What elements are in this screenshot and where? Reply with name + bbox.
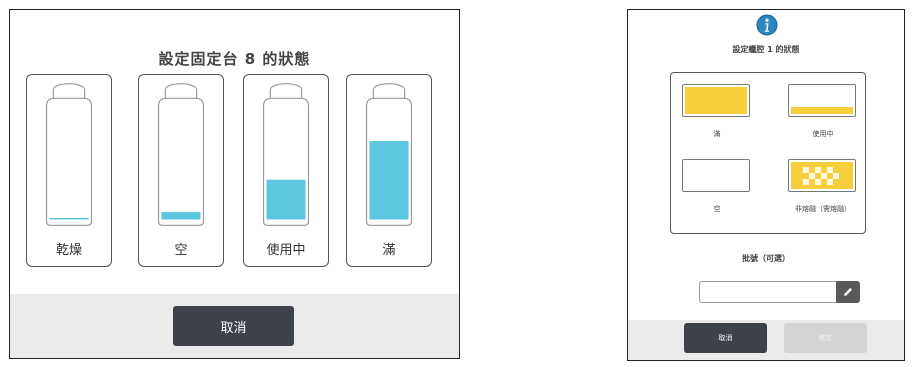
cancel-button[interactable]: 取消 [684,323,767,353]
dialog-footer: 取消 [10,294,459,358]
wax-state-options: 滿 使用中 空 非熔融（需熔融） [670,72,866,234]
option-not-molten[interactable]: 非熔融（需熔融） [788,159,858,214]
option-label: 乾燥 [55,243,82,258]
option-label: 使用中 [266,243,306,258]
liquid-level [49,218,89,220]
wax-not-molten-swatch [788,159,856,192]
liquid-level [161,211,201,220]
option-in-use[interactable]: 使用中 [788,84,858,139]
option-empty[interactable]: 空 [138,74,224,267]
option-label: 非熔融（需熔融） [795,205,851,213]
edit-batch-button[interactable] [836,281,860,303]
cancel-button[interactable]: 取消 [173,306,294,346]
dialog-title: 設定固定台 8 的狀態 [158,50,311,68]
wax-in-use-swatch [788,84,856,117]
wax-bath-status-dialog: 設定蠟腔 1 的狀態 滿 使用中 空 非熔融（需熔融） 批號（可選） 取消 確定 [627,9,905,361]
option-empty[interactable]: 空 [682,159,752,214]
option-full[interactable]: 滿 [682,84,752,139]
wax-empty-swatch [682,159,750,192]
liquid-level [266,179,306,220]
bottle-empty-icon [157,83,205,226]
bottle-in-use-icon [262,83,310,226]
station-status-dialog: 設定固定台 8 的狀態 乾燥 空 使用中 滿 取消 [9,9,460,359]
option-label: 滿 [382,243,396,258]
option-label: 空 [174,243,188,258]
option-label: 滿 [713,130,721,138]
option-label: 使用中 [812,130,834,138]
batch-number-label: 批號（可選） [742,254,790,263]
batch-number-input[interactable] [699,281,837,303]
option-label: 空 [713,205,721,213]
option-in-use[interactable]: 使用中 [243,74,329,267]
option-full[interactable]: 滿 [346,74,432,267]
wax-full-swatch [682,84,750,117]
bottle-dry-icon [45,83,93,226]
confirm-button[interactable]: 確定 [784,323,867,353]
dialog-title: 設定蠟腔 1 的狀態 [732,45,800,54]
dialog-footer: 取消 確定 [628,320,904,360]
liquid-level [369,141,409,220]
pencil-icon [844,288,852,296]
bottle-full-icon [365,83,413,226]
option-dry[interactable]: 乾燥 [26,74,112,267]
info-icon [756,14,778,36]
